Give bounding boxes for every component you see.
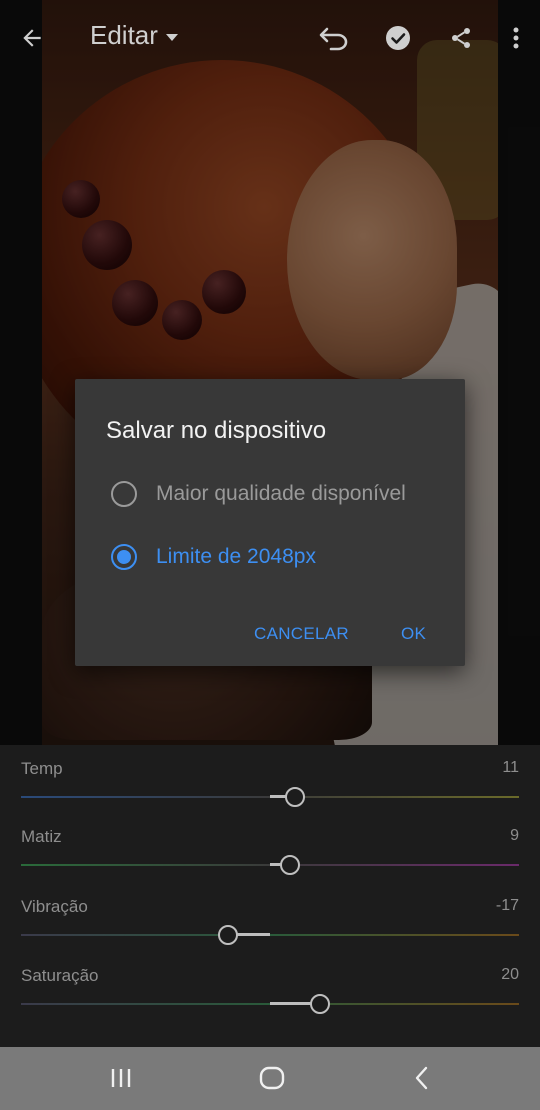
slider-label: Vibração	[21, 897, 88, 916]
slider-track[interactable]	[21, 934, 519, 936]
slider-thumb[interactable]	[284, 787, 305, 807]
save-to-device-dialog: Salvar no dispositivo Maior qualidade di…	[75, 379, 465, 666]
share-icon[interactable]	[441, 18, 481, 58]
edit-mode-dropdown[interactable]: Editar	[90, 20, 178, 51]
check-circle-icon[interactable]	[378, 18, 418, 58]
slider-value: -17	[495, 897, 519, 914]
undo-icon[interactable]	[314, 18, 354, 58]
back-arrow-icon[interactable]	[12, 18, 52, 58]
slider-thumb[interactable]	[309, 994, 330, 1014]
page-title: Editar	[90, 20, 158, 50]
home-icon[interactable]	[252, 1062, 292, 1094]
system-nav-bar	[0, 1047, 540, 1110]
slider-saturation[interactable]: Saturação 20	[21, 966, 519, 1026]
slider-thumb[interactable]	[279, 855, 300, 875]
radio-selected[interactable]	[111, 544, 137, 570]
cancel-button[interactable]: CANCELAR	[254, 624, 349, 644]
chevron-left-icon[interactable]	[402, 1062, 442, 1094]
option-label: Limite de 2048px	[156, 545, 316, 568]
slider-value: 20	[501, 966, 519, 983]
slider-label: Temp	[21, 759, 63, 778]
radio-unselected[interactable]	[111, 481, 137, 507]
slider-tint[interactable]: Matiz 9	[21, 827, 519, 887]
more-vert-icon[interactable]	[496, 18, 536, 58]
slider-label: Saturação	[21, 966, 99, 985]
slider-value: 11	[502, 759, 519, 776]
option-label: Maior qualidade disponível	[156, 482, 406, 505]
caret-down-icon	[165, 34, 178, 41]
slider-label: Matiz	[21, 827, 62, 846]
dialog-title: Salvar no dispositivo	[106, 417, 327, 444]
slider-value: 9	[510, 827, 519, 844]
slider-vibrance[interactable]: Vibração -17	[21, 897, 519, 957]
option-limit-2048[interactable]: Limite de 2048px	[111, 544, 316, 570]
option-highest-quality[interactable]: Maior qualidade disponível	[111, 481, 406, 507]
slider-temp[interactable]: Temp 11	[21, 759, 519, 819]
recents-icon[interactable]	[101, 1062, 141, 1094]
top-toolbar: Editar	[0, 0, 540, 76]
slider-thumb[interactable]	[217, 925, 238, 945]
ok-button[interactable]: OK	[401, 624, 426, 644]
adjustment-panel: Temp 11 Matiz 9 Vibração -17 Saturação 2…	[0, 745, 540, 1047]
